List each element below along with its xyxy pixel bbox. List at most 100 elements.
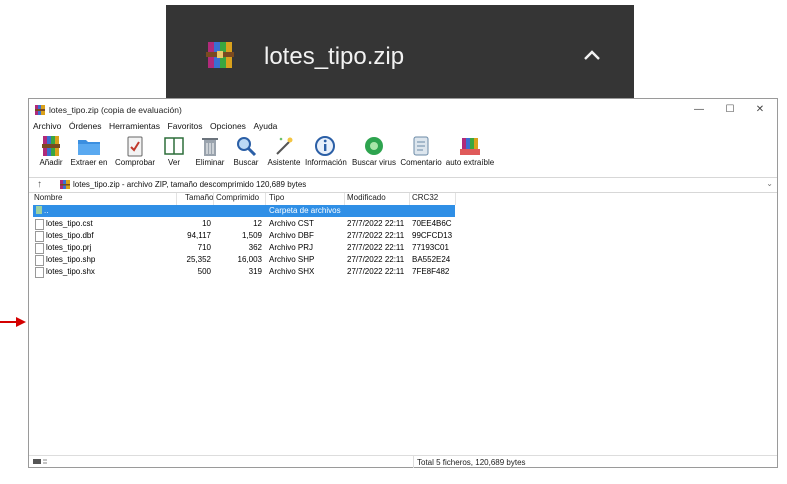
file-crc: 7FE8F482 xyxy=(412,267,450,276)
search-magnifier-icon xyxy=(237,137,257,157)
file-size: 94,117 xyxy=(187,231,211,240)
sfx-label: auto extraíble xyxy=(445,158,495,167)
drive-icon xyxy=(33,459,47,464)
comment-button[interactable]: Comentario xyxy=(399,135,443,171)
toolbar: Añadir Extraer en Comprobar Ver Eliminar… xyxy=(29,135,777,171)
address-bar[interactable]: ↑ lotes_tipo.zip - archivo ZIP, tamaño d… xyxy=(29,177,777,193)
file-type: Archivo SHX xyxy=(269,267,315,276)
archive-path: lotes_tipo.zip - archivo ZIP, tamaño des… xyxy=(73,180,307,189)
delete-label: Eliminar xyxy=(195,158,225,167)
column-header-name[interactable]: Nombre xyxy=(34,193,62,205)
menu-ayuda[interactable]: Ayuda xyxy=(253,121,277,131)
header-divider xyxy=(455,193,456,205)
wizard-wand-icon xyxy=(276,137,293,155)
comment-label: Comentario xyxy=(400,158,442,167)
winrar-window: lotes_tipo.zip (copia de evaluación) — ☐… xyxy=(28,98,778,468)
close-button[interactable]: ✕ xyxy=(745,101,775,119)
address-dropdown-icon[interactable]: ⌄ xyxy=(766,179,773,188)
file-type: Archivo PRJ xyxy=(269,243,314,252)
file-size: 25,352 xyxy=(186,255,211,264)
file-packed: 1,509 xyxy=(241,231,262,240)
sfx-button[interactable]: auto extraíble xyxy=(445,135,495,171)
test-clipboard-icon xyxy=(127,136,143,157)
parent-folder-type: Carpeta de archivos xyxy=(269,206,341,215)
red-arrow-icon xyxy=(0,317,26,327)
info-icon xyxy=(315,136,335,156)
file-modified: 27/7/2022 22:11 xyxy=(347,219,405,228)
test-button[interactable]: Comprobar xyxy=(113,135,157,171)
add-archive-icon xyxy=(42,136,60,156)
folder-up-icon xyxy=(36,206,42,214)
file-size: 10 xyxy=(202,219,211,228)
minimize-button[interactable]: — xyxy=(684,101,714,119)
view-button[interactable]: Ver xyxy=(161,135,187,171)
column-header-crc[interactable]: CRC32 xyxy=(412,193,438,205)
file-name: lotes_tipo.dbf xyxy=(46,231,94,240)
file-packed: 12 xyxy=(253,219,262,228)
status-divider xyxy=(413,456,414,468)
delete-button[interactable]: Eliminar xyxy=(193,135,227,171)
column-header-type[interactable]: Tipo xyxy=(269,193,284,205)
window-title: lotes_tipo.zip (copia de evaluación) xyxy=(49,105,182,115)
virus-scan-button[interactable]: Buscar virus xyxy=(351,135,397,171)
file-icon xyxy=(35,267,44,278)
file-crc: 70EE4B6C xyxy=(412,219,452,228)
find-label: Buscar xyxy=(233,158,259,167)
header-divider xyxy=(213,193,214,205)
virus-scan-label: Buscar virus xyxy=(351,158,396,167)
file-modified: 27/7/2022 22:11 xyxy=(347,243,405,252)
header-divider xyxy=(176,193,177,205)
extract-button[interactable]: Extraer en xyxy=(69,135,109,171)
maximize-button[interactable]: ☐ xyxy=(715,101,745,119)
menu-favoritos[interactable]: Favoritos xyxy=(168,121,203,131)
file-size: 500 xyxy=(197,267,211,276)
app-icon xyxy=(35,105,45,115)
column-header-size[interactable]: Tamaño xyxy=(185,193,213,205)
header-divider xyxy=(409,193,410,205)
view-label: Ver xyxy=(167,158,180,167)
extract-label: Extraer en xyxy=(70,158,108,167)
file-crc: BA552E24 xyxy=(412,255,451,264)
menu-bar: Archivo Órdenes Herramientas Favoritos O… xyxy=(29,121,777,135)
wizard-label: Asistente xyxy=(267,158,301,167)
column-header-modified[interactable]: Modificado xyxy=(347,193,386,205)
add-button[interactable]: Añadir xyxy=(37,135,65,171)
parent-folder-row[interactable]: .. Carpeta de archivos xyxy=(33,205,455,217)
find-button[interactable]: Buscar xyxy=(231,135,261,171)
file-size: 710 xyxy=(197,243,211,252)
download-filename[interactable]: lotes_tipo.zip xyxy=(264,43,404,71)
comment-icon xyxy=(413,136,429,156)
title-bar: lotes_tipo.zip (copia de evaluación) — ☐… xyxy=(29,99,777,121)
download-bar[interactable]: lotes_tipo.zip xyxy=(166,5,634,98)
menu-opciones[interactable]: Opciones xyxy=(210,121,246,131)
header-divider xyxy=(344,193,345,205)
wizard-button[interactable]: Asistente xyxy=(265,135,303,171)
file-type: Archivo SHP xyxy=(269,255,315,264)
file-packed: 319 xyxy=(248,267,262,276)
trash-icon xyxy=(202,138,218,156)
file-name: lotes_tipo.shx xyxy=(46,267,95,276)
file-modified: 27/7/2022 22:11 xyxy=(347,231,405,240)
menu-archivo[interactable]: Archivo xyxy=(33,121,61,131)
file-crc: 99CFCD13 xyxy=(412,231,453,240)
file-icon xyxy=(35,219,44,230)
file-name: lotes_tipo.prj xyxy=(46,243,92,252)
info-label: Información xyxy=(305,158,347,167)
chevron-up-icon[interactable] xyxy=(584,50,600,60)
file-crc: 77193C01 xyxy=(412,243,449,252)
info-button[interactable]: Información xyxy=(305,135,347,171)
archive-small-icon xyxy=(60,180,70,189)
file-modified: 27/7/2022 22:11 xyxy=(347,267,405,276)
file-packed: 16,003 xyxy=(237,255,262,264)
menu-ordenes[interactable]: Órdenes xyxy=(69,121,102,131)
status-bar: Total 5 ficheros, 120,689 bytes xyxy=(29,455,777,468)
file-name: lotes_tipo.cst xyxy=(46,219,93,228)
up-arrow-icon[interactable]: ↑ xyxy=(37,179,42,190)
file-name: lotes_tipo.shp xyxy=(46,255,96,264)
file-list: Nombre Tamaño Comprimido Tipo Modificado… xyxy=(29,193,777,455)
column-header-packed[interactable]: Comprimido xyxy=(216,193,259,205)
menu-herramientas[interactable]: Herramientas xyxy=(109,121,160,131)
file-packed: 362 xyxy=(248,243,262,252)
virus-scan-icon xyxy=(365,137,383,155)
sfx-icon xyxy=(460,138,480,155)
